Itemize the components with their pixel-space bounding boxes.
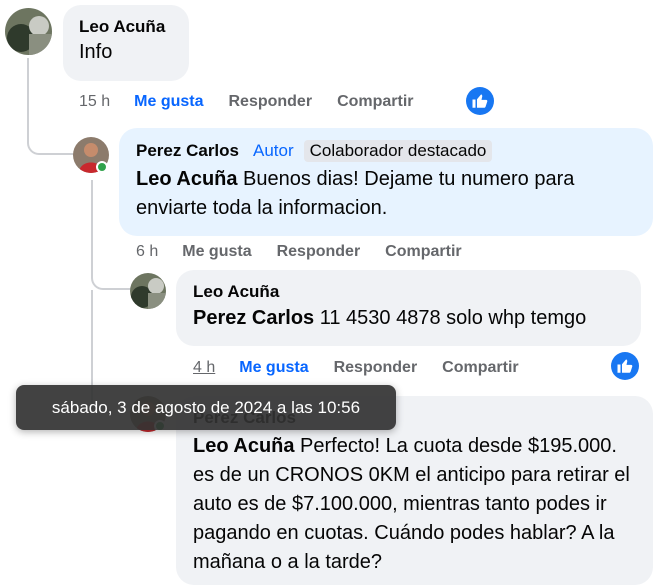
share-button[interactable]: Compartir [385,243,461,261]
like-reaction-badge[interactable] [611,352,639,380]
avatar[interactable] [5,8,52,55]
timestamp-tooltip: sábado, 3 de agosto de 2024 a las 10:56 [16,385,396,430]
comment-text: Leo Acuña Buenos dias! Dejame tu numero … [136,168,575,219]
reply-button[interactable]: Responder [277,243,361,261]
comment-actions: 15 h Me gusta Responder Compartir [79,93,439,111]
comment-author[interactable]: Perez Carlos [136,141,239,161]
top-fan-badge: Colaborador destacado [303,140,493,162]
mention-link[interactable]: Perez Carlos [193,307,314,329]
author-badge: Autor [253,141,294,160]
comment-text: Info [79,41,113,63]
reply-button[interactable]: Responder [228,93,312,111]
online-status-indicator [96,161,108,173]
comment-author[interactable]: Leo Acuña [193,282,624,302]
comment-actions: 6 h Me gusta Responder Compartir [136,243,487,261]
thumbs-up-icon [472,94,488,108]
avatar[interactable] [130,273,166,309]
like-button[interactable]: Me gusta [134,93,203,111]
comment-text: Leo Acuña Perfecto! La cuota desde $195.… [193,435,630,573]
share-button[interactable]: Compartir [442,359,518,377]
comment-bubble: Leo Acuña Perez Carlos 11 4530 4878 solo… [176,270,641,346]
comment-timestamp[interactable]: 6 h [136,243,158,261]
like-reaction-badge[interactable] [466,87,494,115]
comment-text: Perez Carlos 11 4530 4878 solo whp temgo [193,307,587,329]
mention-link[interactable]: Leo Acuña [193,435,295,457]
comment-author[interactable]: Leo Acuña [79,17,173,37]
share-button[interactable]: Compartir [337,93,413,111]
like-button[interactable]: Me gusta [239,359,308,377]
mention-link[interactable]: Leo Acuña [136,168,238,190]
comment-bubble: Perez Carlos Autor Colaborador destacado… [119,128,653,236]
comment-bubble: Leo Acuña Info [63,5,189,81]
reply-button[interactable]: Responder [334,359,418,377]
like-button[interactable]: Me gusta [182,243,251,261]
comment-timestamp[interactable]: 4 h [193,359,215,377]
thumbs-up-icon [617,359,633,373]
comment-timestamp[interactable]: 15 h [79,93,110,111]
comment-actions: 4 h Me gusta Responder Compartir [193,359,544,377]
